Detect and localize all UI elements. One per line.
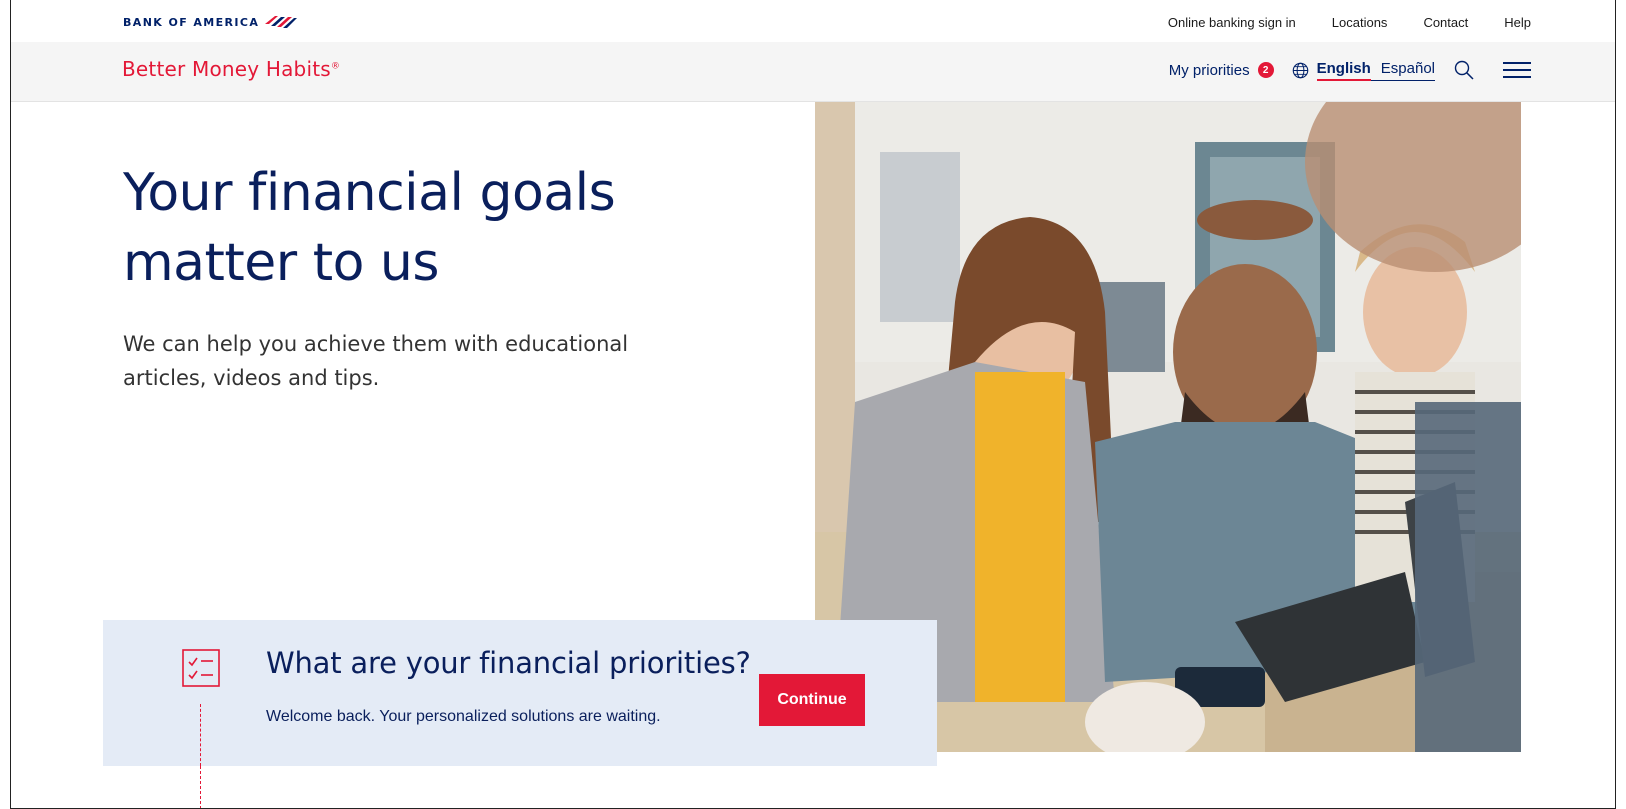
priorities-text: Welcome back. Your personalized solution… [266, 708, 661, 725]
contact-link[interactable]: Contact [1423, 15, 1468, 30]
priorities-title: What are your financial priorities? [266, 646, 751, 680]
hero-title: Your financial goals matter to us [123, 158, 743, 298]
language-switcher: English Español [1316, 60, 1435, 81]
online-banking-link[interactable]: Online banking sign in [1168, 15, 1296, 30]
utility-bar: BANK OF AMERICA Online banking sign in L… [11, 0, 1615, 42]
bank-of-america-logo[interactable]: BANK OF AMERICA [123, 14, 298, 30]
continue-button[interactable]: Continue [759, 674, 865, 726]
hero-subtitle: We can help you achieve them with educat… [123, 332, 629, 390]
lang-spanish[interactable]: Español [1381, 60, 1435, 77]
page: BANK OF AMERICA Online banking sign in L… [10, 0, 1616, 809]
locations-link[interactable]: Locations [1332, 15, 1388, 30]
bmh-nav: Better Money Habits® My priorities 2 Eng… [11, 42, 1615, 102]
registered-mark: ® [330, 61, 341, 72]
hero-title-line1: Your financial goals [123, 163, 616, 223]
priorities-panel: What are your financial priorities? Welc… [103, 620, 937, 766]
bmh-logo-text: Better Money Habits [122, 57, 331, 81]
priorities-count-badge: 2 [1257, 62, 1274, 78]
progress-dashed-line [200, 704, 201, 766]
nav-right: My priorities 2 English Español [1169, 59, 1531, 81]
hero-title-line2: matter to us [123, 233, 439, 293]
utility-links: Online banking sign in Locations Contact… [1168, 15, 1531, 30]
boa-flag-icon [265, 16, 298, 28]
my-priorities-link[interactable]: My priorities 2 [1169, 62, 1274, 79]
my-priorities-label: My priorities [1168, 61, 1250, 79]
lang-english[interactable]: English [1316, 60, 1371, 81]
boa-logo-text: BANK OF AMERICA [123, 15, 260, 29]
help-link[interactable]: Help [1504, 15, 1531, 30]
checklist-icon [182, 649, 220, 687]
menu-icon[interactable] [1503, 60, 1531, 80]
better-money-habits-logo[interactable]: Better Money Habits® [122, 57, 340, 81]
search-icon[interactable] [1453, 59, 1475, 81]
progress-dashed-line-lower [200, 766, 201, 808]
globe-icon [1292, 62, 1308, 78]
